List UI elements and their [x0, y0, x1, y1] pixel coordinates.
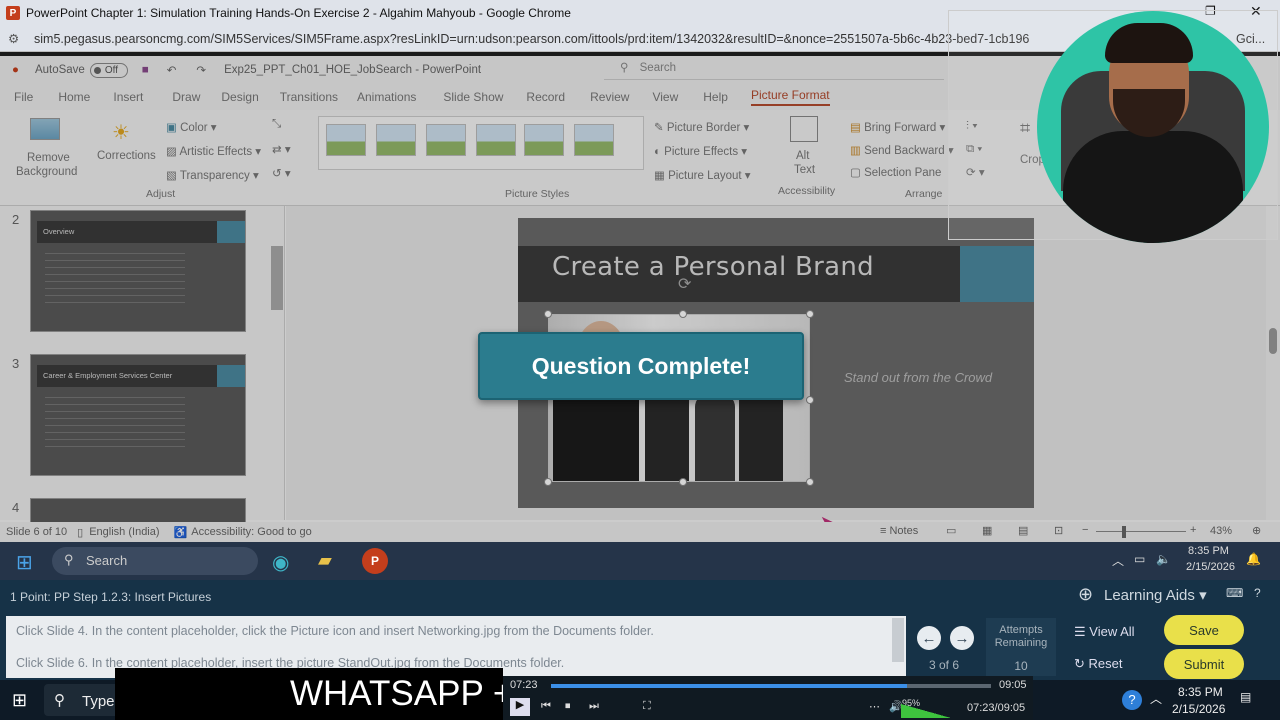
player-overlay-text [503, 676, 1033, 720]
volume-icon[interactable]: 🔈 [1156, 552, 1171, 566]
inner-clock-date[interactable]: 2/15/2026 [1186, 561, 1235, 573]
submit-button[interactable]: Submit [1164, 649, 1244, 679]
help-icon[interactable]: ? [1254, 586, 1261, 600]
question-pager: 3 of 6 [929, 658, 960, 672]
view-all-label: View All [1089, 624, 1135, 639]
tray-chevron-icon[interactable]: ︿ [1150, 690, 1162, 707]
player-current-time: 07:23 [510, 679, 538, 691]
question-complete-popup: Question Complete! [478, 332, 804, 400]
webcam-overlay [948, 10, 1278, 243]
next-question-button[interactable]: → [950, 626, 974, 650]
outer-search-box[interactable]: ⚲ Type [44, 684, 124, 716]
attempts-count: 10 [1014, 659, 1028, 673]
inner-clock-time[interactable]: 8:35 PM [1188, 545, 1229, 557]
player-total-time: 09:05 [999, 679, 1027, 691]
webcam-hair [1105, 23, 1193, 63]
fullscreen-icon[interactable]: ⛶ [643, 700, 651, 713]
stop-icon[interactable]: ⏹ [565, 700, 571, 713]
webcam-circle [1037, 11, 1269, 243]
learning-aids-label: Learning Aids [1104, 587, 1195, 604]
instruction-2: Click Slide 6. In the content placeholde… [16, 656, 565, 670]
simulation-panel: 1 Point: PP Step 1.2.3: Insert Pictures … [0, 580, 1280, 680]
step-title: 1 Point: PP Step 1.2.3: Insert Pictures [10, 590, 212, 604]
previous-icon[interactable]: ⏮ [541, 700, 551, 713]
play-icon[interactable]: ▶ [510, 698, 530, 716]
player-progress-track[interactable] [551, 684, 991, 688]
notification-icon[interactable]: 🔔 [1246, 552, 1261, 566]
next-icon[interactable]: ⏭ [589, 700, 599, 713]
player-time-display: 07:23/09:05 [967, 702, 1026, 714]
outer-search-label: Type [82, 693, 115, 710]
whatsapp-text: WHATSAPP +92 3081198512 [290, 674, 503, 713]
instruction-1: Click Slide 4. In the content placeholde… [16, 624, 654, 638]
site-settings-icon[interactable]: ⚙ [8, 31, 26, 46]
view-all-button[interactable]: ☰ View All [1074, 624, 1135, 640]
network-icon[interactable]: ▭ [1134, 552, 1145, 566]
reset-button[interactable]: ↻ Reset [1074, 656, 1123, 672]
instructions-scrollbar[interactable] [892, 618, 904, 662]
powerpoint-taskbar-icon[interactable]: P [362, 548, 388, 574]
player-progress-fill [551, 684, 908, 688]
attempts-label: Attempts Remaining [994, 624, 1048, 649]
reset-label: Reset [1088, 656, 1123, 671]
whatsapp-banner: WHATSAPP +92 3081198512 [115, 668, 503, 720]
file-explorer-icon[interactable]: ▰ [318, 550, 332, 571]
edge-icon[interactable]: ◉ [272, 550, 289, 575]
inner-taskbar-search[interactable]: ⚲ Search [52, 547, 258, 575]
volume-slider[interactable] [901, 704, 951, 718]
powerpoint-icon: P [6, 6, 20, 20]
inner-taskbar: ⊞ ⚲ Search ◉ ▰ P ︿ ▭ 🔈 8:35 PM 2/15/2026… [0, 542, 1280, 580]
learning-aids-button[interactable]: Learning Aids ▾ [1104, 586, 1207, 604]
previous-question-button[interactable]: ← [917, 626, 941, 650]
learning-aids-icon: ⊕ [1078, 584, 1094, 604]
notification-icon[interactable]: ▤ [1240, 690, 1251, 704]
windows-start-icon[interactable]: ⊞ [12, 690, 27, 711]
windows-start-icon[interactable]: ⊞ [16, 550, 33, 575]
attempts-box: Attempts Remaining 10 [986, 618, 1056, 676]
search-icon: ⚲ [64, 552, 74, 567]
list-icon: ☰ [1074, 624, 1086, 639]
video-player-controls: 07:23 09:05 ▶ ⏮ ⏹ ⏭ ⛶ ⋯ 🔊 95% 07:23/09:0… [503, 676, 1033, 720]
outer-clock-time[interactable]: 8:35 PM [1178, 685, 1223, 699]
help-badge-icon[interactable]: ? [1122, 690, 1142, 710]
outer-clock-date[interactable]: 2/15/2026 [1172, 702, 1225, 716]
keyboard-icon[interactable]: ⌨ [1226, 586, 1243, 600]
webcam-shirt [1063, 131, 1243, 243]
save-button[interactable]: Save [1164, 615, 1244, 645]
more-icon[interactable]: ⋯ [869, 700, 880, 713]
tray-chevron-icon[interactable]: ︿ [1112, 552, 1124, 569]
inner-search-label: Search [86, 553, 128, 568]
reset-icon: ↻ [1074, 656, 1085, 671]
search-icon: ⚲ [54, 692, 65, 709]
browser-tab-title: PowerPoint Chapter 1: Simulation Trainin… [26, 6, 571, 20]
